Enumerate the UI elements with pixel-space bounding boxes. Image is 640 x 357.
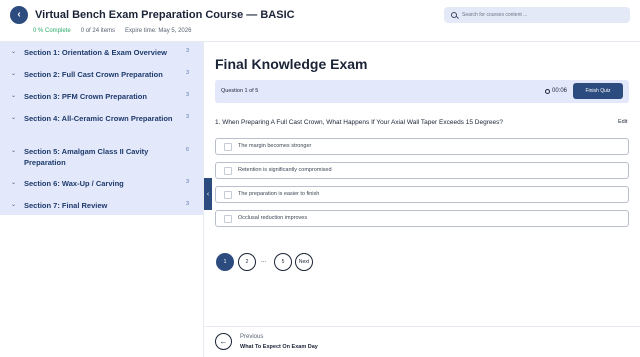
section-count: 6: [186, 147, 190, 153]
chevron-down-icon: ⌄: [11, 148, 17, 154]
sidebar: ⌄ Section 1: Orientation & Exam Overview…: [0, 42, 203, 215]
chevron-left-icon: ‹: [17, 9, 21, 20]
section-count: 3: [186, 179, 190, 185]
section-label: Section 5: Amalgam Class II Cavity Prepa…: [24, 147, 149, 167]
next-page-button[interactable]: Next: [295, 253, 313, 271]
search-icon: [451, 12, 457, 18]
sidebar-collapse-button[interactable]: ‹: [204, 178, 212, 210]
section-label: Section 4: All-Ceramic Crown Preparation: [24, 114, 173, 123]
section-count: 3: [186, 70, 190, 76]
answer-option[interactable]: Retention is significantly compromised: [215, 162, 629, 179]
section-label: Section 6: Wax-Up / Carving: [24, 179, 124, 188]
chevron-down-icon: ⌄: [11, 180, 17, 186]
pagination-ellipsis: ...: [261, 258, 267, 264]
page-button-1[interactable]: 1: [216, 253, 234, 271]
section-count: 3: [186, 201, 190, 207]
chevron-down-icon: ⌄: [11, 115, 17, 121]
items-count: 0 of 24 items: [80, 28, 116, 34]
clock-icon: [545, 88, 550, 94]
section-count: 3: [186, 114, 190, 120]
question-text: 1. When Preparing A Full Cast Crown, Wha…: [215, 119, 503, 126]
finish-quiz-button[interactable]: Finish Quiz: [573, 83, 623, 99]
answer-option-label: Occlusal reduction improves: [238, 215, 308, 221]
quiz-timer: 00:06: [545, 88, 567, 94]
section-label: Section 3: PFM Crown Preparation: [24, 92, 147, 101]
checkbox-icon[interactable]: [224, 142, 232, 151]
search-box[interactable]: [444, 7, 630, 23]
chevron-down-icon: ⌄: [11, 202, 17, 208]
chevron-down-icon: ⌄: [11, 93, 17, 99]
progress-text: 0 % Complete: [33, 28, 71, 34]
checkbox-icon[interactable]: [224, 166, 232, 175]
previous-lesson-button[interactable]: ←: [215, 333, 232, 350]
checkbox-icon[interactable]: [224, 214, 232, 223]
top-header: ‹ Virtual Bench Exam Preparation Course …: [0, 0, 640, 42]
answer-option[interactable]: The preparation is easier to finish: [215, 186, 629, 203]
question-counter: Question 1 of 5: [221, 88, 259, 94]
section-count: 3: [186, 48, 190, 54]
course-title: Virtual Bench Exam Preparation Course — …: [35, 9, 295, 21]
page-title: Final Knowledge Exam: [215, 56, 368, 72]
answer-option-label: Retention is significantly compromised: [238, 167, 332, 173]
answer-option-label: The preparation is easier to finish: [238, 191, 320, 197]
search-input[interactable]: [462, 12, 622, 18]
section-label: Section 7: Final Review: [24, 201, 108, 210]
answer-option[interactable]: The margin becomes stronger: [215, 138, 629, 155]
page-button-2[interactable]: 2: [238, 253, 256, 271]
section-label: Section 1: Orientation & Exam Overview: [24, 48, 167, 57]
answer-option-label: The margin becomes stronger: [238, 143, 312, 149]
arrow-left-icon: ←: [219, 337, 228, 346]
chevron-left-icon: ‹: [206, 190, 210, 198]
chevron-down-icon: ⌄: [11, 71, 17, 77]
course-meta: 0 % Complete 0 of 24 items Expire time: …: [33, 28, 191, 34]
answer-option[interactable]: Occlusal reduction improves: [215, 210, 629, 227]
checkbox-icon[interactable]: [224, 190, 232, 199]
previous-label: Previous: [240, 334, 264, 340]
footer-divider: [204, 326, 640, 327]
expire-time: Expire time: May 5, 2026: [125, 28, 192, 34]
timer-value: 00:06: [552, 88, 568, 94]
section-count: 3: [186, 92, 190, 98]
edit-link[interactable]: Edit: [618, 119, 627, 125]
section-label: Section 2: Full Cast Crown Preparation: [24, 70, 163, 79]
back-button[interactable]: ‹: [10, 6, 28, 24]
previous-lesson-link[interactable]: What To Expect On Exam Day: [240, 344, 318, 350]
quiz-toolbar: Question 1 of 5 00:06 Finish Quiz: [215, 80, 629, 103]
page-button-5[interactable]: 5: [274, 253, 292, 271]
chevron-down-icon: ⌄: [11, 49, 17, 55]
